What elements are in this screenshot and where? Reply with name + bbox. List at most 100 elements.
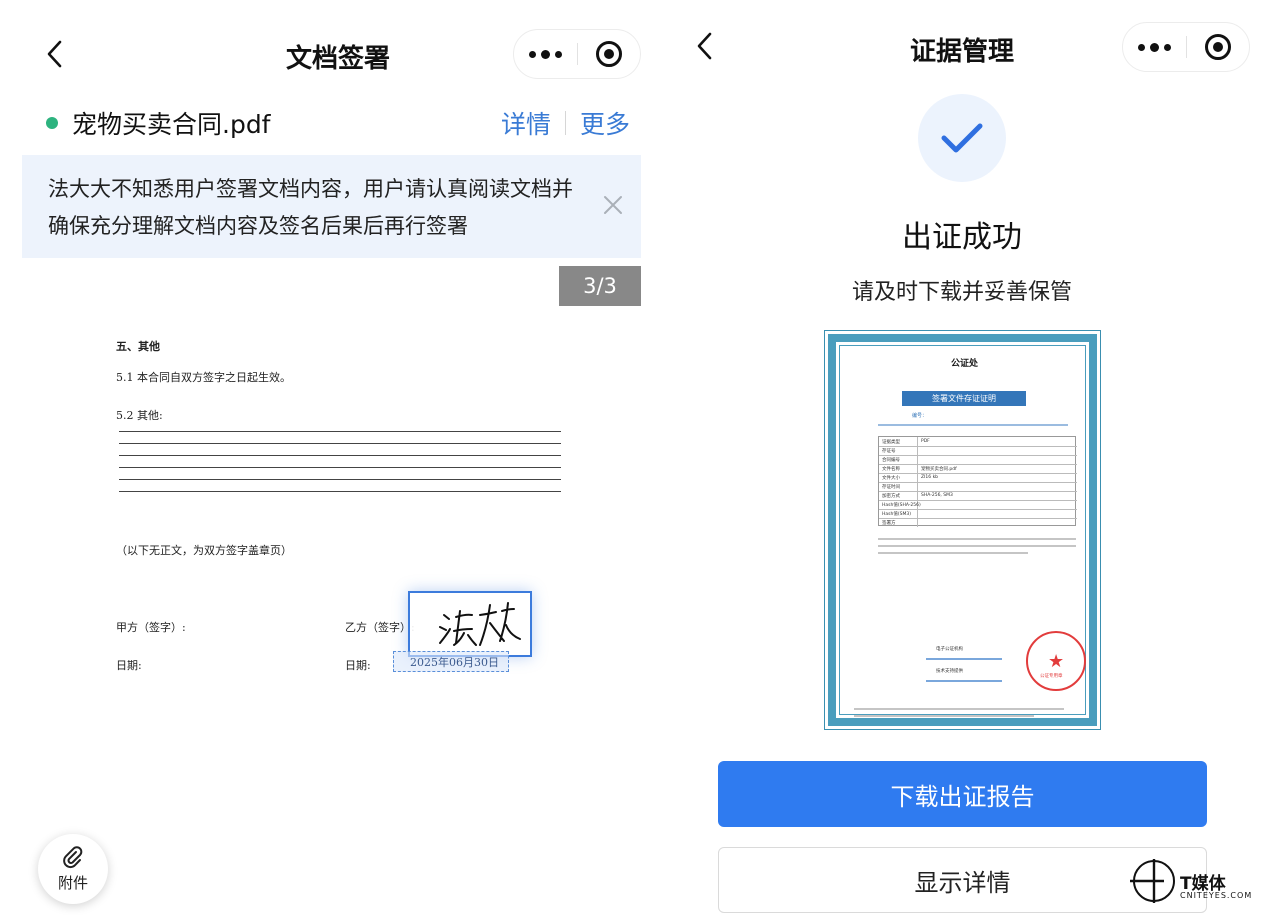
more-menu-button[interactable] (514, 29, 577, 79)
section-heading: 五、其他 (116, 340, 160, 353)
notice-text: 法大大不知悉用户签署文档内容，用户请认真阅读文档并确保充分理解文档内容及签名后果… (48, 177, 573, 238)
blank-line (119, 443, 561, 444)
certificate-text-line (878, 545, 1076, 547)
issuer-blue-text (926, 658, 1002, 660)
back-button[interactable] (34, 34, 74, 74)
table-label: 签署方 (882, 521, 896, 526)
page-title: 文档签署 (285, 44, 390, 74)
more-dots-icon (528, 49, 562, 59)
watermark-domain: CNITEYES.COM (1180, 891, 1253, 900)
certificate-preview[interactable]: 公证处 签署文件存证证明 编号： 证据类型 存证号 合同编号 文件名称 文件大小 (824, 330, 1101, 730)
table-row-divider (879, 464, 1077, 465)
table-row-divider (879, 482, 1077, 483)
more-menu-button[interactable] (1123, 22, 1186, 72)
file-status-dot (46, 117, 58, 129)
more-link[interactable]: 更多 (580, 105, 630, 141)
success-badge (918, 94, 1006, 182)
paperclip-icon (63, 845, 83, 868)
download-report-button[interactable]: 下载出证报告 (718, 761, 1207, 827)
chevron-left-icon (697, 32, 712, 60)
table-label: 存证时间 (882, 485, 900, 490)
certificate-footnote-line (854, 708, 1064, 710)
party-a-label: 甲方（签字）: (116, 621, 186, 634)
blank-line (119, 467, 561, 468)
table-label: 合同编号 (882, 458, 900, 463)
certificate-office: 公证处 (950, 359, 978, 369)
evidence-management-screen: 证据管理 出证成功 请及时下载并妥善保管 公证处 签署文件存证证明 编号： 证据… (672, 0, 1280, 915)
official-seal: ★ 公证专用章 (1026, 631, 1086, 691)
close-icon (604, 196, 622, 214)
close-mini-program-button[interactable] (1187, 22, 1250, 72)
close-mini-program-button[interactable] (578, 29, 641, 79)
table-label: 证据类型 (882, 440, 900, 445)
table-label: 加密方式 (882, 494, 900, 499)
table-row-divider (879, 509, 1077, 510)
attachment-label: 附件 (57, 873, 88, 892)
document-signing-screen: 文档签署 宠物买卖合同.pdf 详情 更多 法大大不知悉用户签署文档内容，用户请… (0, 0, 660, 915)
clause-text: 5.2 其他: (116, 409, 163, 422)
party-b-label: 乙方（签字）: (345, 621, 415, 634)
table-row-divider (879, 518, 1077, 519)
provider-label: 技术支持提供 (936, 669, 963, 674)
notice-close-button[interactable] (599, 191, 627, 219)
table-value: SHA-256, SM3 (921, 493, 953, 498)
table-row-divider (879, 500, 1077, 501)
blank-line (119, 455, 561, 456)
clause-text: 5.1 本合同自双方签字之日起生效。 (116, 371, 291, 384)
more-dots-icon (1137, 42, 1171, 52)
page-title: 证据管理 (909, 37, 1014, 67)
table-row-divider (879, 473, 1077, 474)
document-preview[interactable]: 五、其他 5.1 本合同自双方签字之日起生效。 5.2 其他: （以下无正文，为… (0, 320, 660, 740)
date-label: 日期: (116, 659, 142, 672)
attachment-button[interactable]: 附件 (38, 834, 108, 904)
table-label: Hash值(SM3) (882, 512, 911, 517)
table-row-divider (879, 455, 1077, 456)
page-indicator: 3/3 (559, 266, 641, 306)
table-value: ZI16 kb (921, 475, 939, 480)
table-row-divider (879, 446, 1077, 447)
tmedia-watermark: T媒体 CNITEYES.COM (1128, 855, 1274, 907)
table-label: 文件大小 (882, 476, 900, 481)
file-actions: 详情 更多 (501, 103, 630, 143)
certificate-footnote-line (854, 715, 1034, 717)
date-label: 日期: (345, 659, 371, 672)
tmedia-logo-icon (1130, 859, 1175, 903)
handwritten-signature (439, 602, 521, 646)
certificate-text-line (878, 538, 1076, 540)
file-header: 宠物买卖合同.pdf 详情 更多 (46, 103, 636, 143)
chevron-left-icon (47, 40, 62, 68)
blank-line (119, 491, 561, 492)
seal-text: 公证专用章 (1040, 674, 1063, 679)
success-title: 出证成功 (902, 220, 1022, 255)
checkmark-icon (941, 123, 983, 153)
blank-line (119, 479, 561, 480)
issuer-label: 电子公证机构 (936, 647, 963, 652)
success-subtitle: 请及时下载并妥善保管 (851, 280, 1072, 305)
table-label: 存证号 (882, 449, 896, 454)
sign-date-field[interactable]: 2025年06月30日 (393, 651, 509, 672)
target-circle-icon (595, 41, 622, 67)
file-name: 宠物买卖合同.pdf (72, 110, 271, 139)
back-button[interactable] (684, 26, 724, 66)
table-row-divider (879, 491, 1077, 492)
certificate-text-line (878, 552, 1028, 554)
table-value: PDF (921, 439, 930, 444)
mini-program-capsule (513, 29, 641, 79)
link-divider (564, 111, 566, 135)
details-link[interactable]: 详情 (501, 105, 551, 141)
blank-line (119, 431, 561, 432)
certificate-number-label: 编号： (912, 413, 928, 419)
certificate-header-line (878, 424, 1068, 426)
mini-program-capsule (1122, 22, 1250, 72)
certificate-title: 签署文件存证证明 (932, 394, 996, 403)
certificate-ribbon: 签署文件存证证明 (902, 391, 1026, 406)
star-icon: ★ (1048, 651, 1065, 672)
certificate-table: 证据类型 存证号 合同编号 文件名称 文件大小 存证时间 加密方式 Hash值(… (878, 436, 1077, 527)
provider-blue-text (926, 680, 1002, 682)
table-label: Hash值(SHA-256) (882, 503, 921, 508)
table-value: 宠物买卖合同.pdf (921, 467, 957, 472)
end-note: （以下无正文，为双方签字盖章页） (116, 544, 292, 557)
signature-field[interactable] (408, 591, 532, 657)
target-circle-icon (1204, 34, 1231, 60)
disclaimer-notice: 法大大不知悉用户签署文档内容，用户请认真阅读文档并确保充分理解文档内容及签名后果… (22, 155, 641, 258)
